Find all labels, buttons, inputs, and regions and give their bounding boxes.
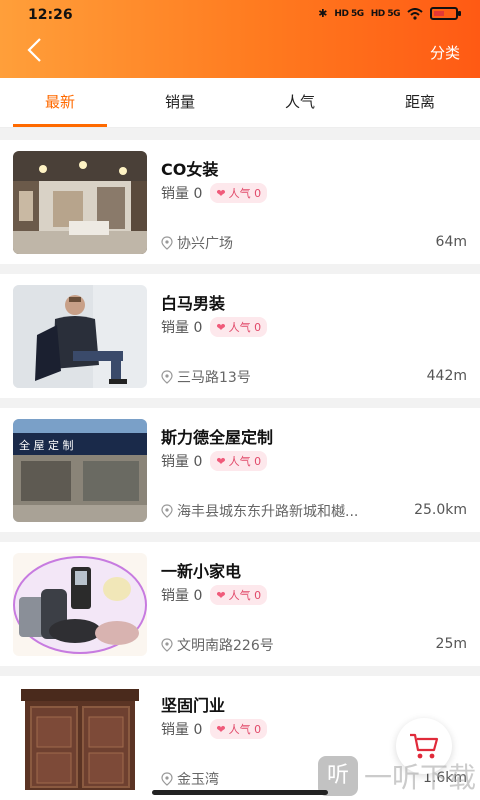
- category-button[interactable]: 分类: [430, 42, 460, 63]
- store-meta: 销量 0 ❤ 人气 0: [161, 317, 268, 337]
- popularity-badge: ❤ 人气 0: [210, 317, 268, 337]
- fire-icon: ❤: [216, 588, 226, 602]
- location-pin-icon: [161, 236, 173, 250]
- location-pin-icon: [161, 772, 173, 786]
- location-pin-icon: [161, 370, 173, 384]
- sales-count: 销量 0: [161, 722, 203, 738]
- sales-count: 销量 0: [161, 186, 203, 202]
- popularity-label: 人气 0: [228, 321, 262, 334]
- store-thumbnail: [13, 687, 147, 790]
- store-name: 斯力德全屋定制: [161, 428, 274, 447]
- store-distance: 25.0km: [414, 502, 467, 518]
- store-thumbnail: [13, 151, 147, 254]
- popularity-badge: ❤ 人气 0: [210, 585, 268, 605]
- store-interior-image: [13, 151, 147, 254]
- sales-count: 销量 0: [161, 588, 203, 604]
- status-time: 12:26: [28, 7, 73, 23]
- store-address: 海丰县城东东升路新城和樾...: [161, 501, 406, 521]
- location-pin-icon: [161, 504, 173, 518]
- back-button[interactable]: [22, 36, 50, 64]
- fire-icon: ❤: [216, 722, 226, 736]
- tab-sales[interactable]: 销量: [120, 78, 240, 127]
- address-text: 文明南路226号: [177, 638, 274, 654]
- store-meta: 销量 0 ❤ 人气 0: [161, 585, 268, 605]
- store-distance: 442m: [426, 368, 467, 384]
- store-thumbnail: [13, 285, 147, 388]
- battery-icon: [430, 7, 461, 20]
- store-distance: 25m: [435, 636, 467, 652]
- sort-tabs: 最新 销量 人气 距离: [0, 78, 480, 128]
- fire-icon: ❤: [216, 320, 226, 334]
- shopfront-banner-image: 全 屋 定 制: [13, 419, 147, 522]
- store-thumbnail: 全 屋 定 制: [13, 419, 147, 522]
- address-text: 海丰县城东东升路新城和樾...: [177, 504, 359, 520]
- popularity-label: 人气 0: [228, 589, 262, 602]
- popularity-label: 人气 0: [228, 455, 262, 468]
- home-appliances-image: [13, 553, 147, 656]
- store-item[interactable]: 一新小家电 销量 0 ❤ 人气 0 文明南路226号 25m: [0, 542, 480, 666]
- tab-latest[interactable]: 最新: [0, 78, 120, 127]
- wooden-door-image: [13, 687, 147, 790]
- watermark: 听 一听下载: [317, 756, 476, 796]
- sales-count: 销量 0: [161, 320, 203, 336]
- bluetooth-icon: ✱: [318, 7, 328, 20]
- chevron-left-icon: [27, 38, 41, 62]
- app-header: 12:26 ✱ HD 5G HD 5G 分类: [0, 0, 480, 78]
- address-text: 金玉湾: [177, 772, 219, 788]
- store-thumbnail: [13, 553, 147, 656]
- status-bar: 12:26 ✱ HD 5G HD 5G: [0, 0, 480, 30]
- home-indicator[interactable]: [152, 790, 328, 795]
- fire-icon: ❤: [216, 186, 226, 200]
- popularity-label: 人气 0: [228, 187, 262, 200]
- store-address: 文明南路226号: [161, 635, 406, 655]
- store-name: 白马男装: [161, 294, 226, 313]
- popularity-badge: ❤ 人气 0: [210, 451, 268, 471]
- sales-count: 销量 0: [161, 454, 203, 470]
- store-name: 一新小家电: [161, 562, 242, 581]
- status-icons: ✱ HD 5G HD 5G: [318, 7, 461, 20]
- store-item[interactable]: CO女装 销量 0 ❤ 人气 0 协兴广场 64m: [0, 140, 480, 264]
- address-text: 协兴广场: [177, 236, 233, 252]
- signal-icon-2: HD 5G: [370, 8, 401, 19]
- popularity-label: 人气 0: [228, 723, 262, 736]
- store-name: CO女装: [161, 160, 219, 179]
- location-pin-icon: [161, 638, 173, 652]
- store-meta: 销量 0 ❤ 人气 0: [161, 719, 268, 739]
- store-address: 三马路13号: [161, 367, 406, 387]
- fire-icon: ❤: [216, 454, 226, 468]
- signal-icon: HD 5G: [334, 8, 364, 19]
- store-item[interactable]: 白马男装 销量 0 ❤ 人气 0 三马路13号 442m: [0, 274, 480, 398]
- store-address: 协兴广场: [161, 233, 406, 253]
- store-distance: 64m: [435, 234, 467, 250]
- store-name: 坚固门业: [161, 696, 226, 715]
- popularity-badge: ❤ 人气 0: [210, 719, 268, 739]
- address-text: 三马路13号: [177, 370, 251, 386]
- store-meta: 销量 0 ❤ 人气 0: [161, 451, 268, 471]
- store-item[interactable]: 全 屋 定 制 斯力德全屋定制 销量 0 ❤ 人气 0 海丰县城东东升路新城和樾.…: [0, 408, 480, 532]
- tab-distance[interactable]: 距离: [360, 78, 480, 127]
- tab-popularity[interactable]: 人气: [240, 78, 360, 127]
- banner-text: 全 屋 定 制: [19, 438, 74, 452]
- menswear-model-image: [13, 285, 147, 388]
- watermark-text: 一听下载: [363, 761, 476, 794]
- wifi-icon: [407, 7, 423, 20]
- popularity-badge: ❤ 人气 0: [210, 183, 268, 203]
- store-meta: 销量 0 ❤ 人气 0: [161, 183, 268, 203]
